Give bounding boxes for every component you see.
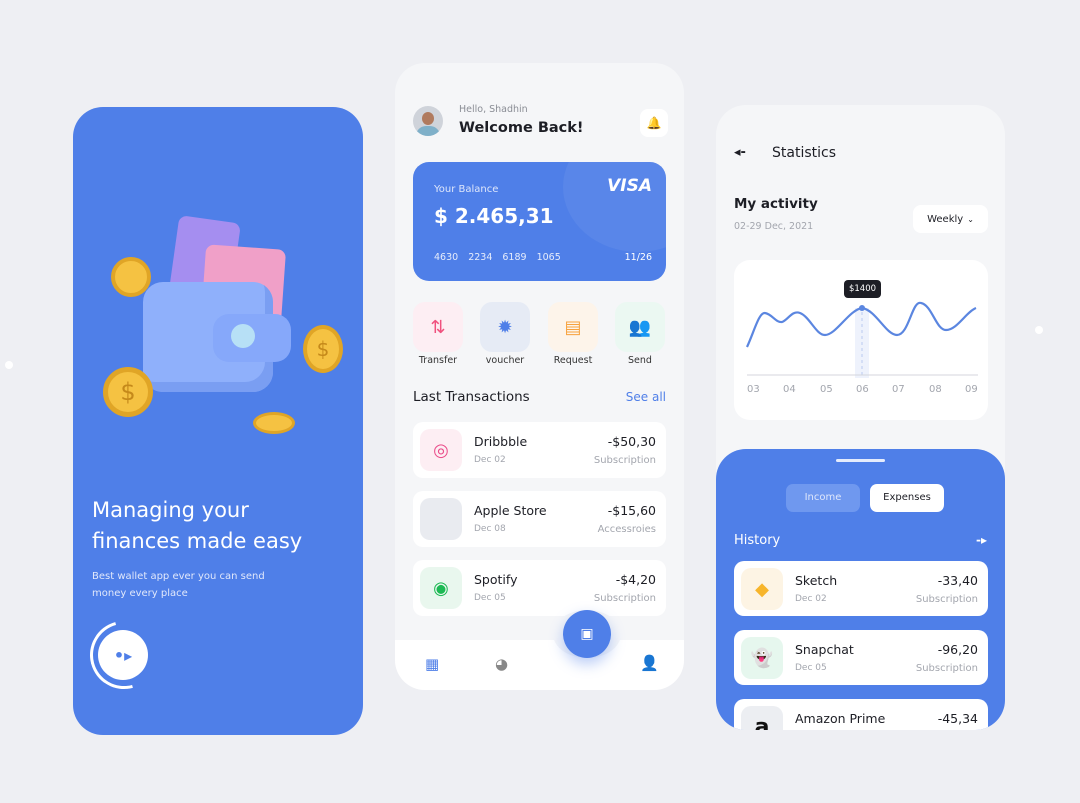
home-screen: Hello, Shadhin Welcome Back! 🔔 Your Bala… — [395, 63, 684, 690]
x-label: 09 — [965, 384, 978, 395]
action-label: Transfer — [418, 355, 458, 366]
statistics-screen: ◂- Statistics My activity 02-29 Dec, 202… — [716, 105, 1005, 730]
avatar[interactable] — [413, 106, 443, 136]
history-panel: Income Expenses History -▸ ◆ Sketch Dec 0… — [716, 449, 1005, 730]
greeting: Hello, Shadhin — [459, 104, 528, 115]
history-row[interactable]: 👻 Snapchat Dec 05 -96,20 Subscription — [734, 630, 988, 685]
back-button[interactable]: ◂- — [734, 145, 746, 160]
x-label: 08 — [929, 384, 942, 395]
sketch-icon: ◆ — [741, 568, 783, 610]
tab-income[interactable]: Income — [786, 484, 860, 512]
send-button[interactable]: 👥 — [615, 302, 665, 352]
wallet-icon: ▣ — [580, 626, 594, 642]
history-title: History — [734, 533, 781, 548]
history-row[interactable]: ◆ Sketch Dec 02 -33,40 Subscription — [734, 561, 988, 616]
nav-profile-icon[interactable]: 👤 — [640, 654, 659, 672]
nav-home-icon[interactable]: ▦ — [425, 655, 439, 673]
document-icon: ▤ — [564, 316, 582, 338]
snapchat-icon: 👻 — [741, 637, 783, 679]
chart-tooltip: $1400 — [844, 280, 881, 298]
card-expiry: 11/26 — [624, 252, 652, 263]
card-number: 4630 2234 6189 1065 — [434, 252, 561, 263]
see-all-link[interactable]: See all — [626, 390, 666, 404]
onboarding-title-2: finances made easy — [92, 529, 303, 553]
x-label: 03 — [747, 384, 760, 395]
history-more-button[interactable]: -▸ — [976, 533, 987, 547]
activity-title: My activity — [734, 196, 818, 212]
onboarding-title-1: Managing your — [92, 498, 249, 522]
action-label: Request — [553, 355, 593, 366]
balance-amount: $ 2.465,31 — [434, 204, 554, 228]
arrow-right-icon: -▸ — [975, 533, 987, 547]
voucher-icon: ✹ — [497, 316, 513, 338]
decor-dot — [1035, 326, 1043, 334]
balance-card[interactable]: Your Balance $ 2.465,31 VISA 4630 2234 618… — [413, 162, 666, 281]
onboarding-subtitle-1: Best wallet app ever you can send — [92, 571, 265, 582]
history-row[interactable]: a Amazon Prime -45,34 — [734, 699, 988, 730]
period-dropdown[interactable]: Weekly ⌄ — [913, 205, 988, 233]
x-label: 07 — [892, 384, 905, 395]
date-range: 02-29 Dec, 2021 — [734, 221, 814, 232]
chevron-down-icon: ⌄ — [967, 214, 974, 224]
dribbble-icon: ◎ — [420, 429, 462, 471]
action-label: voucher — [485, 355, 525, 366]
action-label: Send — [628, 355, 652, 366]
transactions-title: Last Transactions — [413, 389, 530, 405]
wallet-fab[interactable]: ▣ — [563, 610, 611, 658]
transaction-row[interactable]: Apple Store Dec 08 -$15,60 Accessroies — [413, 491, 666, 547]
apple-icon — [420, 498, 462, 540]
voucher-button[interactable]: ✹ — [480, 302, 530, 352]
amazon-icon: a — [741, 706, 783, 730]
highlight-point — [859, 305, 865, 311]
x-label: 04 — [783, 384, 796, 395]
transaction-row[interactable]: ◎ Dribbble Dec 02 -$50,30 Subscription — [413, 422, 666, 478]
screen-title: Statistics — [772, 145, 836, 161]
activity-chart: $1400 03 04 05 06 07 08 09 — [734, 260, 988, 420]
spotify-icon: ◉ — [420, 567, 462, 609]
bell-icon: 🔔 — [646, 116, 662, 130]
visa-logo: VISA — [607, 176, 652, 196]
transaction-row[interactable]: ◉ Spotify Dec 05 -$4,20 Subscription — [413, 560, 666, 616]
decor-dot — [5, 361, 13, 369]
arrow-left-icon: ◂- — [734, 145, 746, 160]
arrow-right-icon: •▸ — [113, 645, 133, 665]
welcome-title: Welcome Back! — [459, 120, 584, 136]
bottom-nav: ▦ ◕ 👤 — [395, 640, 684, 690]
balance-label: Your Balance — [434, 184, 499, 195]
onboarding-subtitle-2: money every place — [92, 588, 188, 599]
next-button[interactable]: •▸ — [98, 630, 148, 680]
people-icon: 👥 — [628, 316, 652, 338]
notification-button[interactable]: 🔔 — [640, 109, 668, 137]
tab-expenses[interactable]: Expenses — [870, 484, 944, 512]
transfer-icon: ⇅ — [430, 316, 446, 338]
x-label: 06 — [856, 384, 869, 395]
onboarding-screen: $ $ Managing your finances made easy Bes… — [73, 107, 363, 735]
x-label: 05 — [820, 384, 833, 395]
nav-chart-icon[interactable]: ◕ — [495, 655, 508, 673]
request-button[interactable]: ▤ — [548, 302, 598, 352]
drag-handle[interactable] — [836, 459, 885, 462]
transfer-button[interactable]: ⇅ — [413, 302, 463, 352]
